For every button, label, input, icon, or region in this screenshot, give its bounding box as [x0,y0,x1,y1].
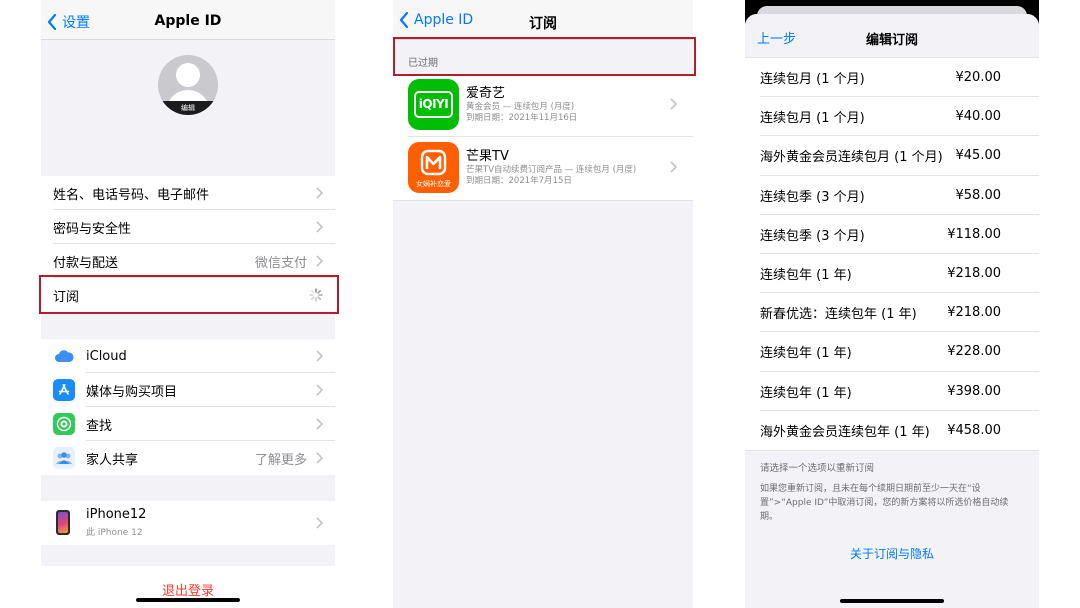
plan-name: 连续包年 (1 年) [760,385,852,401]
sheet-nav-bar: 上一步 编辑订阅 [745,14,1039,57]
row-label: 付款与配送 [53,255,119,271]
plan-price: ¥398.00 [947,383,1001,399]
row-value: 微信支付 [254,255,307,271]
subscription-name: 芒果TV [466,149,509,164]
home-indicator[interactable] [136,598,240,602]
avatar[interactable]: 编辑 [158,55,218,115]
device-subtitle: 此 iPhone 12 [86,528,143,538]
expired-header-highlight [393,37,696,76]
iphone-icon [56,510,70,535]
subscription-list: iQIYI 爱奇艺 黄金会员 — 连续包月 (月度) 到期日期：2021年11月… [393,74,693,201]
renewal-note: 如果您重新订阅，且未在每个续期日期前至少一天在“设置”>“Apple ID”中取… [760,484,1009,522]
device-row-iphone12[interactable]: iPhone12 此 iPhone 12 [41,501,335,545]
mango-tv-app-icon: 女娲补恋爱 [408,142,459,193]
plan-price: ¥58.00 [955,187,1002,203]
chevron-right-icon [316,418,323,430]
chevron-right-icon [316,255,323,267]
plan-option[interactable]: 连续包月 (1 个月) ¥20.00 [745,58,1039,98]
plan-option[interactable]: 连续包月 (1 个月) ¥40.00 [745,97,1039,137]
plan-price: ¥218.00 [947,305,1001,321]
chevron-right-icon [316,221,323,233]
plan-option[interactable]: 海外黄金会员连续包年 (1 年) ¥458.00 [745,411,1039,450]
plan-name: 连续包季 (3 个月) [760,189,865,205]
plan-option[interactable]: 连续包年 (1 年) ¥218.00 [745,254,1039,294]
plan-option[interactable]: 连续包年 (1 年) ¥398.00 [745,372,1039,411]
avatar-edit-label[interactable]: 编辑 [158,101,218,115]
plan-option[interactable]: 新春优选：连续包年 (1 年) ¥218.00 [745,293,1039,333]
subscription-privacy-link[interactable]: 关于订阅与隐私 [745,545,1039,562]
chevron-right-icon [670,161,677,173]
plan-option[interactable]: 连续包年 (1 年) ¥228.00 [745,332,1039,372]
family-sharing-icon [53,447,75,469]
subscription-expiry: 到期日期：2021年7月15日 [466,176,572,186]
plan-price: ¥228.00 [947,344,1001,360]
plan-name: 连续包月 (1 个月) [760,72,865,88]
plan-name: 新春优选：连续包年 (1 年) [760,307,917,323]
row-label: iCloud [86,348,127,364]
row-label: 媒体与购买项目 [86,384,178,400]
plan-option[interactable]: 海外黄金会员连续包月 (1 个月) ¥45.00 [745,136,1039,176]
home-indicator[interactable] [840,599,944,603]
subscription-expiry: 到期日期：2021年11月16日 [466,113,578,123]
plan-name: 连续包年 (1 年) [760,346,852,362]
edit-subscription-screen: 上一步 编辑订阅 连续包月 (1 个月) ¥20.00 连续包月 (1 个月) ¥4… [745,0,1039,608]
services-group: iCloud 媒体与购买项目 查找 家人共享 了解更多 [41,339,335,475]
row-label: 家人共享 [86,452,139,468]
nav-bar: Apple ID 订阅 [393,0,693,40]
subscriptions-screen: Apple ID 订阅 已过期 iQIYI 爱奇艺 黄金会员 — 连续包月 (月… [393,0,693,608]
plan-name: 连续包月 (1 个月) [760,111,865,127]
row-payment-shipping[interactable]: 付款与配送 微信支付 [41,244,335,278]
plan-name: 海外黄金会员连续包月 (1 个月) [760,150,943,166]
plan-name: 海外黄金会员连续包年 (1 年) [760,424,930,440]
plan-price: ¥40.00 [955,109,1002,125]
row-find-my[interactable]: 查找 [41,407,335,441]
subscription-name: 爱奇艺 [466,86,506,101]
plan-price: ¥218.00 [947,266,1001,282]
mango-tv-logo-icon [420,149,447,176]
chevron-right-icon [670,98,677,110]
row-label: 查找 [86,418,113,434]
mango-tv-logo-caption: 女娲补恋爱 [416,180,451,188]
plan-price: ¥458.00 [947,422,1001,438]
plan-price: ¥20.00 [955,70,1002,86]
subscription-item-iqiyi[interactable]: iQIYI 爱奇艺 黄金会员 — 连续包月 (月度) 到期日期：2021年11月… [393,74,693,137]
chevron-right-icon [316,350,323,362]
row-label: 姓名、电话号码、电子邮件 [53,187,210,203]
plan-option[interactable]: 连续包季 (3 个月) ¥58.00 [745,176,1039,215]
iqiyi-logo-text: iQIYI [414,91,453,118]
chevron-right-icon [316,384,323,396]
row-label: 密码与安全性 [53,221,132,237]
icloud-icon [53,345,75,367]
row-value: 了解更多 [254,452,307,468]
plan-price: ¥118.00 [947,226,1001,242]
subscriptions-row-highlight [39,275,339,314]
chevron-right-icon [316,187,323,199]
edit-subscription-sheet: 上一步 编辑订阅 连续包月 (1 个月) ¥20.00 连续包月 (1 个月) ¥4… [745,14,1039,608]
app-store-icon [53,379,75,401]
profile-header: 编辑 [41,41,335,176]
sheet-title: 编辑订阅 [865,33,918,48]
plan-name: 连续包季 (3 个月) [760,228,865,244]
reselect-hint: 请选择一个选项以重新订阅 [760,463,875,474]
plan-option[interactable]: 连续包季 (3 个月) ¥118.00 [745,215,1039,254]
page-title: Apple ID [154,13,222,29]
chevron-right-icon [316,517,323,529]
row-name-phone-email[interactable]: 姓名、电话号码、电子邮件 [41,176,335,210]
row-password-security[interactable]: 密码与安全性 [41,210,335,244]
plan-price: ¥45.00 [955,148,1002,164]
plan-name: 连续包年 (1 年) [760,268,852,284]
find-my-icon [53,413,75,435]
page-title: 订阅 [529,16,557,32]
row-family-sharing[interactable]: 家人共享 了解更多 [41,441,335,475]
plan-list: 连续包月 (1 个月) ¥20.00 连续包月 (1 个月) ¥40.00 海外黄金… [745,57,1039,451]
iqiyi-app-icon: iQIYI [408,79,459,130]
subscription-item-mango-tv[interactable]: 女娲补恋爱 芒果TV 芒果TV自动续费订阅产品 — 连续包月 (月度) 到期日期… [393,137,693,200]
chevron-right-icon [316,452,323,464]
device-name: iPhone12 [86,507,147,522]
nav-bar: 设置 Apple ID [41,0,335,40]
row-media-purchases[interactable]: 媒体与购买项目 [41,373,335,407]
row-icloud[interactable]: iCloud [41,339,335,373]
avatar-head-shape [176,63,200,87]
